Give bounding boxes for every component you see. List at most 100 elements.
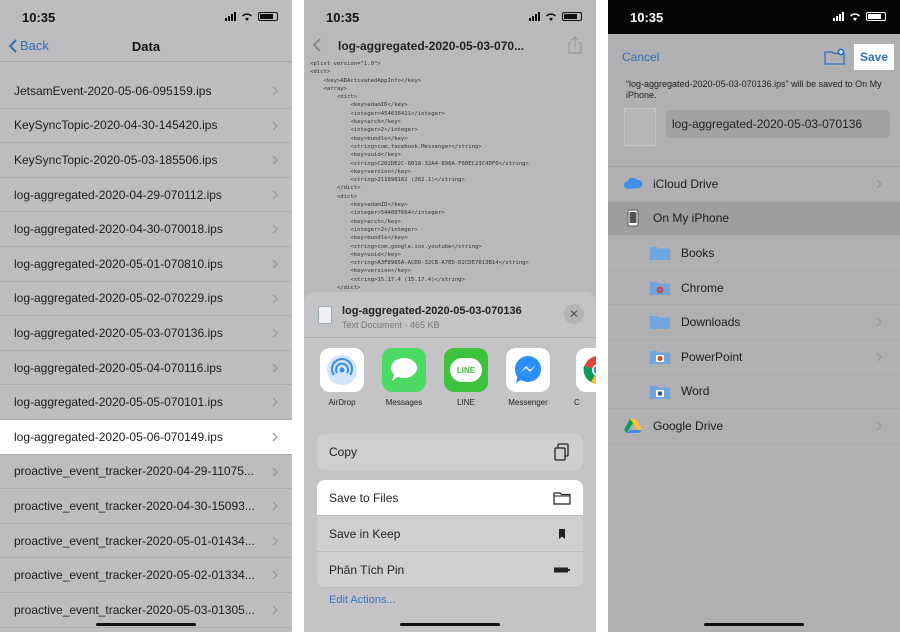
xml-line: </dict> [310, 185, 361, 192]
location-list: iCloud Drive On My iPhone Books Chrome D… [608, 166, 900, 444]
file-name: log-aggregated-2020-04-29-070112.ips [14, 187, 222, 202]
chevron-right-icon [272, 121, 278, 131]
file-name: log-aggregated-2020-05-03-070136.ips [14, 325, 223, 340]
bookmark-icon [559, 529, 565, 539]
filename-field[interactable]: log-aggregated-2020-05-03-070136 [666, 110, 890, 138]
line-icon-text: LINE [450, 358, 482, 382]
chevron-right-icon [272, 432, 278, 442]
share-app-messages[interactable]: Messages [374, 348, 434, 407]
location-label: PowerPoint [681, 349, 743, 364]
xml-line: <key>uuid</key> [310, 152, 401, 159]
status-bar: 10:35 [0, 0, 292, 34]
file-name: JetsamEvent-2020-05-06-095159.ips [14, 83, 212, 98]
app-label: C [574, 398, 580, 407]
save-to-files-screen: 10:35 Cancel Save “log-aggregated-2020-0… [608, 0, 900, 632]
new-folder-icon[interactable] [824, 48, 846, 66]
xml-line: <key>adamID</key> [310, 202, 408, 209]
signal-icon [529, 12, 540, 21]
share-actions: Copy Save to Files Save in Keep Phân Tíc… [317, 434, 583, 588]
phan-tich-pin-action[interactable]: Phân Tích Pin [317, 552, 583, 588]
file-row[interactable]: JetsamEvent-2020-05-06-095159.ips [0, 74, 292, 109]
folder-icon [650, 316, 670, 330]
file-row[interactable]: log-aggregated-2020-05-06-070149.ips [0, 419, 292, 455]
file-row[interactable]: log-aggregated-2020-05-03-070136.ips [0, 316, 292, 351]
file-row[interactable]: KeySyncTopic-2020-04-30-145420.ips [0, 109, 292, 144]
xml-line: <string>211898162 (262.1)</string> [310, 177, 465, 184]
xml-line: <dict> [310, 94, 358, 101]
chevron-right-icon [272, 363, 278, 373]
status-icons [529, 12, 582, 21]
share-app-chrome[interactable]: C [560, 348, 596, 407]
file-row[interactable]: log-aggregated-2020-05-04-070116.ips [0, 351, 292, 386]
wifi-icon [242, 13, 252, 21]
file-row[interactable]: proactive_event_tracker-2020-04-29-11075… [0, 455, 292, 490]
xml-line: <key>ADActivatedAppInfo</key> [310, 77, 422, 84]
phone-icon [627, 209, 639, 227]
location-on-my-iphone[interactable]: On My iPhone [608, 201, 900, 237]
chevron-right-icon [272, 467, 278, 476]
location-google-drive[interactable]: Google Drive [608, 409, 900, 444]
xml-line: <integer>2</integer> [310, 226, 418, 233]
app-label: LINE [457, 398, 475, 407]
chevron-right-icon [272, 259, 278, 269]
file-row[interactable]: proactive_event_tracker-2020-05-02-01334… [0, 558, 292, 593]
file-row[interactable]: KeySyncTopic-2020-05-03-185506.ips [0, 143, 292, 178]
file-row[interactable]: log-aggregated-2020-04-30-070018.ips [0, 212, 292, 247]
xml-line: <key>arch</key> [310, 119, 401, 126]
location-label: On My iPhone [653, 211, 730, 226]
file-row[interactable]: log-aggregated-2020-05-05-070101.ips [0, 385, 292, 420]
share-app-line[interactable]: LINE LINE [436, 348, 496, 407]
xml-line: </dict> [310, 285, 361, 292]
xml-line: <string>C202DE2C-6018-32A4-896A-F60EC23C… [310, 160, 529, 167]
location-icloud-drive[interactable]: iCloud Drive [608, 167, 900, 202]
battery-icon [554, 567, 570, 573]
file-row[interactable]: log-aggregated-2020-05-01-070810.ips [0, 247, 292, 282]
xml-preview: <plist version="1.0"> <dict> <key>ADActiv… [310, 60, 590, 292]
folder-downloads[interactable]: Downloads [608, 305, 900, 340]
file-name: proactive_event_tracker-2020-05-02-01334… [14, 568, 255, 583]
status-bar: 10:35 [304, 0, 596, 34]
share-sheet-screen: 10:35 log-aggregated-2020-05-03-070... <… [304, 0, 596, 632]
save-in-keep-action[interactable]: Save in Keep [317, 516, 583, 552]
share-icon[interactable] [568, 36, 582, 54]
xml-line: <integer>544007664</integer> [310, 210, 445, 217]
file-name: log-aggregated-2020-05-01-070810.ips [14, 256, 223, 271]
folder-icon [553, 492, 571, 505]
chevron-right-icon [272, 190, 278, 200]
share-app-airdrop[interactable]: AirDrop [312, 348, 372, 407]
folder-chrome[interactable]: Chrome [608, 271, 900, 306]
shared-file-name: log-aggregated-2020-05-03-070136 [342, 305, 522, 317]
status-time: 10:35 [22, 10, 56, 25]
folder-books[interactable]: Books [608, 236, 900, 271]
save-button[interactable]: Save [854, 44, 894, 70]
file-row[interactable]: proactive_event_tracker-2020-05-01-01434… [0, 524, 292, 559]
word-folder-icon [650, 385, 670, 399]
save-to-files-action[interactable]: Save to Files [317, 480, 583, 516]
close-button[interactable]: ✕ [564, 304, 584, 324]
location-label: Downloads [681, 315, 741, 330]
status-icons [833, 12, 886, 21]
file-row[interactable]: log-aggregated-2020-04-29-070112.ips [0, 178, 292, 213]
xml-line: <key>version</key> [310, 168, 412, 175]
file-row[interactable]: log-aggregated-2020-05-02-070229.ips [0, 282, 292, 317]
edit-actions-link[interactable]: Edit Actions... [329, 594, 396, 606]
folder-powerpoint[interactable]: PowerPoint [608, 340, 900, 375]
chrome-icon [576, 348, 596, 392]
cancel-button[interactable]: Cancel [622, 50, 659, 64]
file-name: log-aggregated-2020-04-30-070018.ips [14, 222, 223, 237]
app-label: Messenger [508, 398, 548, 407]
chevron-right-icon [272, 294, 278, 304]
chevron-right-icon [272, 328, 278, 338]
wifi-icon [850, 13, 860, 21]
file-row[interactable]: proactive_event_tracker-2020-04-30-15093… [0, 489, 292, 524]
home-indicator [400, 623, 500, 626]
document-icon [318, 306, 332, 324]
files-browser-screen: 10:35 Back Data JetsamEvent-2020-05-06-0… [0, 0, 292, 632]
copy-action[interactable]: Copy [317, 434, 583, 470]
chevron-left-icon[interactable] [312, 38, 322, 52]
share-app-messenger[interactable]: Messenger [498, 348, 558, 407]
location-label: Google Drive [653, 418, 724, 433]
folder-word[interactable]: Word [608, 375, 900, 410]
location-label: Word [681, 384, 710, 399]
file-name: KeySyncTopic-2020-05-03-185506.ips [14, 152, 218, 167]
